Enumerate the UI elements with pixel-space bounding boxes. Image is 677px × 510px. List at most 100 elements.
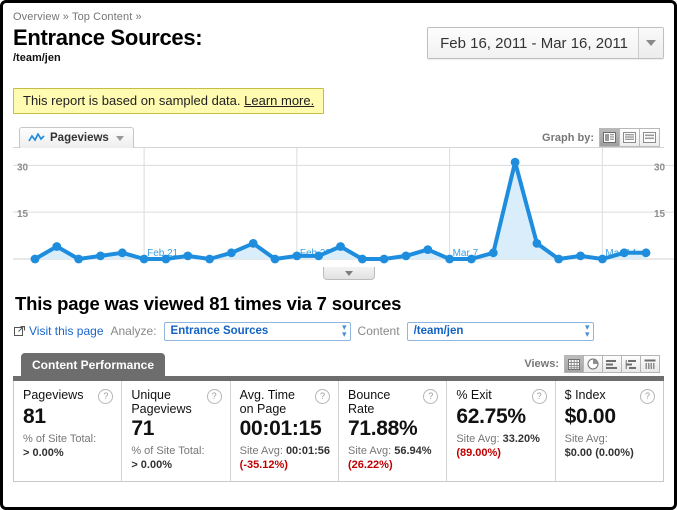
breadcrumb[interactable]: Overview » Top Content » [11,9,666,24]
chart-data-point[interactable] [74,254,83,264]
graph-by-control: Graph by: [542,128,660,147]
summary-heading: This page was viewed 81 times via 7 sour… [15,293,402,314]
chart-data-point[interactable] [292,251,302,261]
graph-by-month-button[interactable] [639,128,660,147]
chart-data-point[interactable] [510,157,520,167]
chart-data-point[interactable] [270,254,280,264]
chart-data-point[interactable] [227,248,236,258]
metric-site-total-value: > 0.00% [131,459,172,471]
metric-name: Unique Pageviews [131,388,192,416]
graph-by-week-button[interactable] [619,128,640,147]
analytics-report-window: Overview » Top Content » Entrance Source… [0,0,677,510]
sampled-data-notice: This report is based on sampled data. Le… [13,88,325,114]
chart-data-point[interactable] [183,251,193,261]
metric-name: Bounce Rate [347,388,391,416]
chart-zoom-handle[interactable] [323,267,375,280]
pivot-view-icon[interactable] [640,355,660,373]
chart-data-point[interactable] [205,254,215,264]
question-mark-icon[interactable]: ? [531,389,547,404]
metric-value: 71.88% [347,417,418,440]
metric-delta: (26.22%) [347,459,393,471]
metric-card: $ Index? $0.00 Site Avg: $0.00 (0.00%) [556,381,663,481]
date-range-value: Feb 16, 2011 - Mar 16, 2011 [440,34,628,52]
analyze-select-value: Entrance Sources [170,325,269,337]
graph-by-label: Graph by: [542,131,594,144]
question-mark-icon[interactable]: ? [423,389,439,404]
metric-head: Bounce Rate? [347,388,439,416]
chart-data-point[interactable] [401,251,411,261]
chart-data-point[interactable] [488,248,498,258]
chart-data-point[interactable] [357,254,367,264]
chevron-down-icon[interactable] [638,28,663,58]
question-mark-icon[interactable]: ? [639,389,655,404]
chevron-down-icon[interactable] [115,135,124,141]
metric-site-average: Site Avg: 56.94% [347,445,432,457]
metric-head: Unique Pageviews? [131,388,222,416]
metric-value: 00:01:15 [239,417,322,440]
metric-value: 71 [131,417,155,440]
content-performance-section: Content Performance Views: Pageviews ? 8… [13,353,664,482]
metric-head: Avg. Time on Page? [240,388,330,416]
chart-data-point[interactable] [445,254,454,264]
question-mark-icon[interactable]: ? [206,389,222,404]
chart-data-point[interactable] [314,251,324,261]
chart-data-point[interactable] [248,239,258,248]
content-performance-tabrow: Content Performance Views: [13,353,664,376]
pie-view-icon[interactable] [583,355,603,373]
chart-data-point[interactable] [30,254,40,264]
chart-data-point[interactable] [467,254,476,264]
visit-this-page-link[interactable]: Visit this page [14,324,104,338]
metrics-row: Pageviews? 81% of Site Total: > 0.00% Uniqu… [13,381,664,482]
bar-view-icon[interactable] [602,355,622,373]
metric-name: $ Index [564,388,606,402]
chart-data-point[interactable] [161,254,171,264]
chart-data-point[interactable] [379,254,389,264]
pageviews-chart[interactable]: 15153030Feb 21Feb 28Mar 7Mar 14 [13,147,674,280]
metric-site-average-value: $0.00 (0.00%) [564,447,634,459]
chart-data-point[interactable] [423,245,433,254]
metric-value: 81 [23,405,46,428]
metric-site-total-label: % of Site Total: [23,433,97,445]
metric-name: Avg. Time on Page [239,388,296,416]
metric-value: $0.00 [564,405,616,428]
question-mark-icon[interactable]: ? [314,389,330,404]
analyze-select[interactable]: Entrance Sources ▾ ▾ [163,321,351,341]
metric-site-total-value: > 0.00% [23,447,64,459]
pageviews-line-chart[interactable]: 15153030Feb 21Feb 28Mar 7Mar 14 [13,148,674,279]
table-view-icon[interactable] [564,355,584,373]
title-row: Entrance Sources: /team/jen Feb 16, 2011… [11,25,666,79]
tab-content-performance[interactable]: Content Performance [21,353,166,376]
metric-name: Pageviews [23,388,84,402]
content-select[interactable]: /team/jen ▾ ▾ [406,321,594,341]
tab-content-performance-label: Content Performance [32,357,155,372]
metric-selector-pageviews[interactable]: Pageviews [19,127,134,148]
chart-data-point[interactable] [532,239,542,248]
metric-card: Avg. Time on Page? 00:01:15 Site Avg: 00:0… [231,381,339,481]
metric-delta: (-35.12%) [239,459,288,471]
comparison-view-icon[interactable] [621,355,641,373]
sparkline-icon [28,133,45,143]
chart-data-point[interactable] [117,248,127,258]
chart-data-point[interactable] [641,248,651,258]
date-range-picker[interactable]: Feb 16, 2011 - Mar 16, 2011 [427,27,664,59]
y-axis-tick-label: 15 [17,209,29,220]
metric-card: % Exit? 62.75% Site Avg: 33.20% (89.00%) [447,381,556,481]
metric-delta: (89.00%) [456,447,501,459]
chart-data-point[interactable] [52,242,62,251]
y-axis-tick-label-right: 15 [654,209,666,220]
graph-by-buttons [599,128,660,147]
chart-data-point[interactable] [554,254,564,264]
metric-head: Pageviews? [23,388,114,404]
chart-data-point[interactable] [336,242,345,251]
metric-card: Pageviews? 81% of Site Total: > 0.00% [14,381,123,481]
graph-by-day-button[interactable] [599,128,620,147]
chart-data-point[interactable] [619,248,629,258]
learn-more-link[interactable]: Learn more. [244,93,314,108]
question-mark-icon[interactable]: ? [98,389,114,404]
metric-head: $ Index? [565,388,655,404]
chart-data-point[interactable] [598,254,607,264]
chart-data-point[interactable] [576,251,585,261]
chart-data-point[interactable] [139,254,149,264]
analyze-label: Analyze: [110,324,157,338]
chart-data-point[interactable] [96,251,105,261]
